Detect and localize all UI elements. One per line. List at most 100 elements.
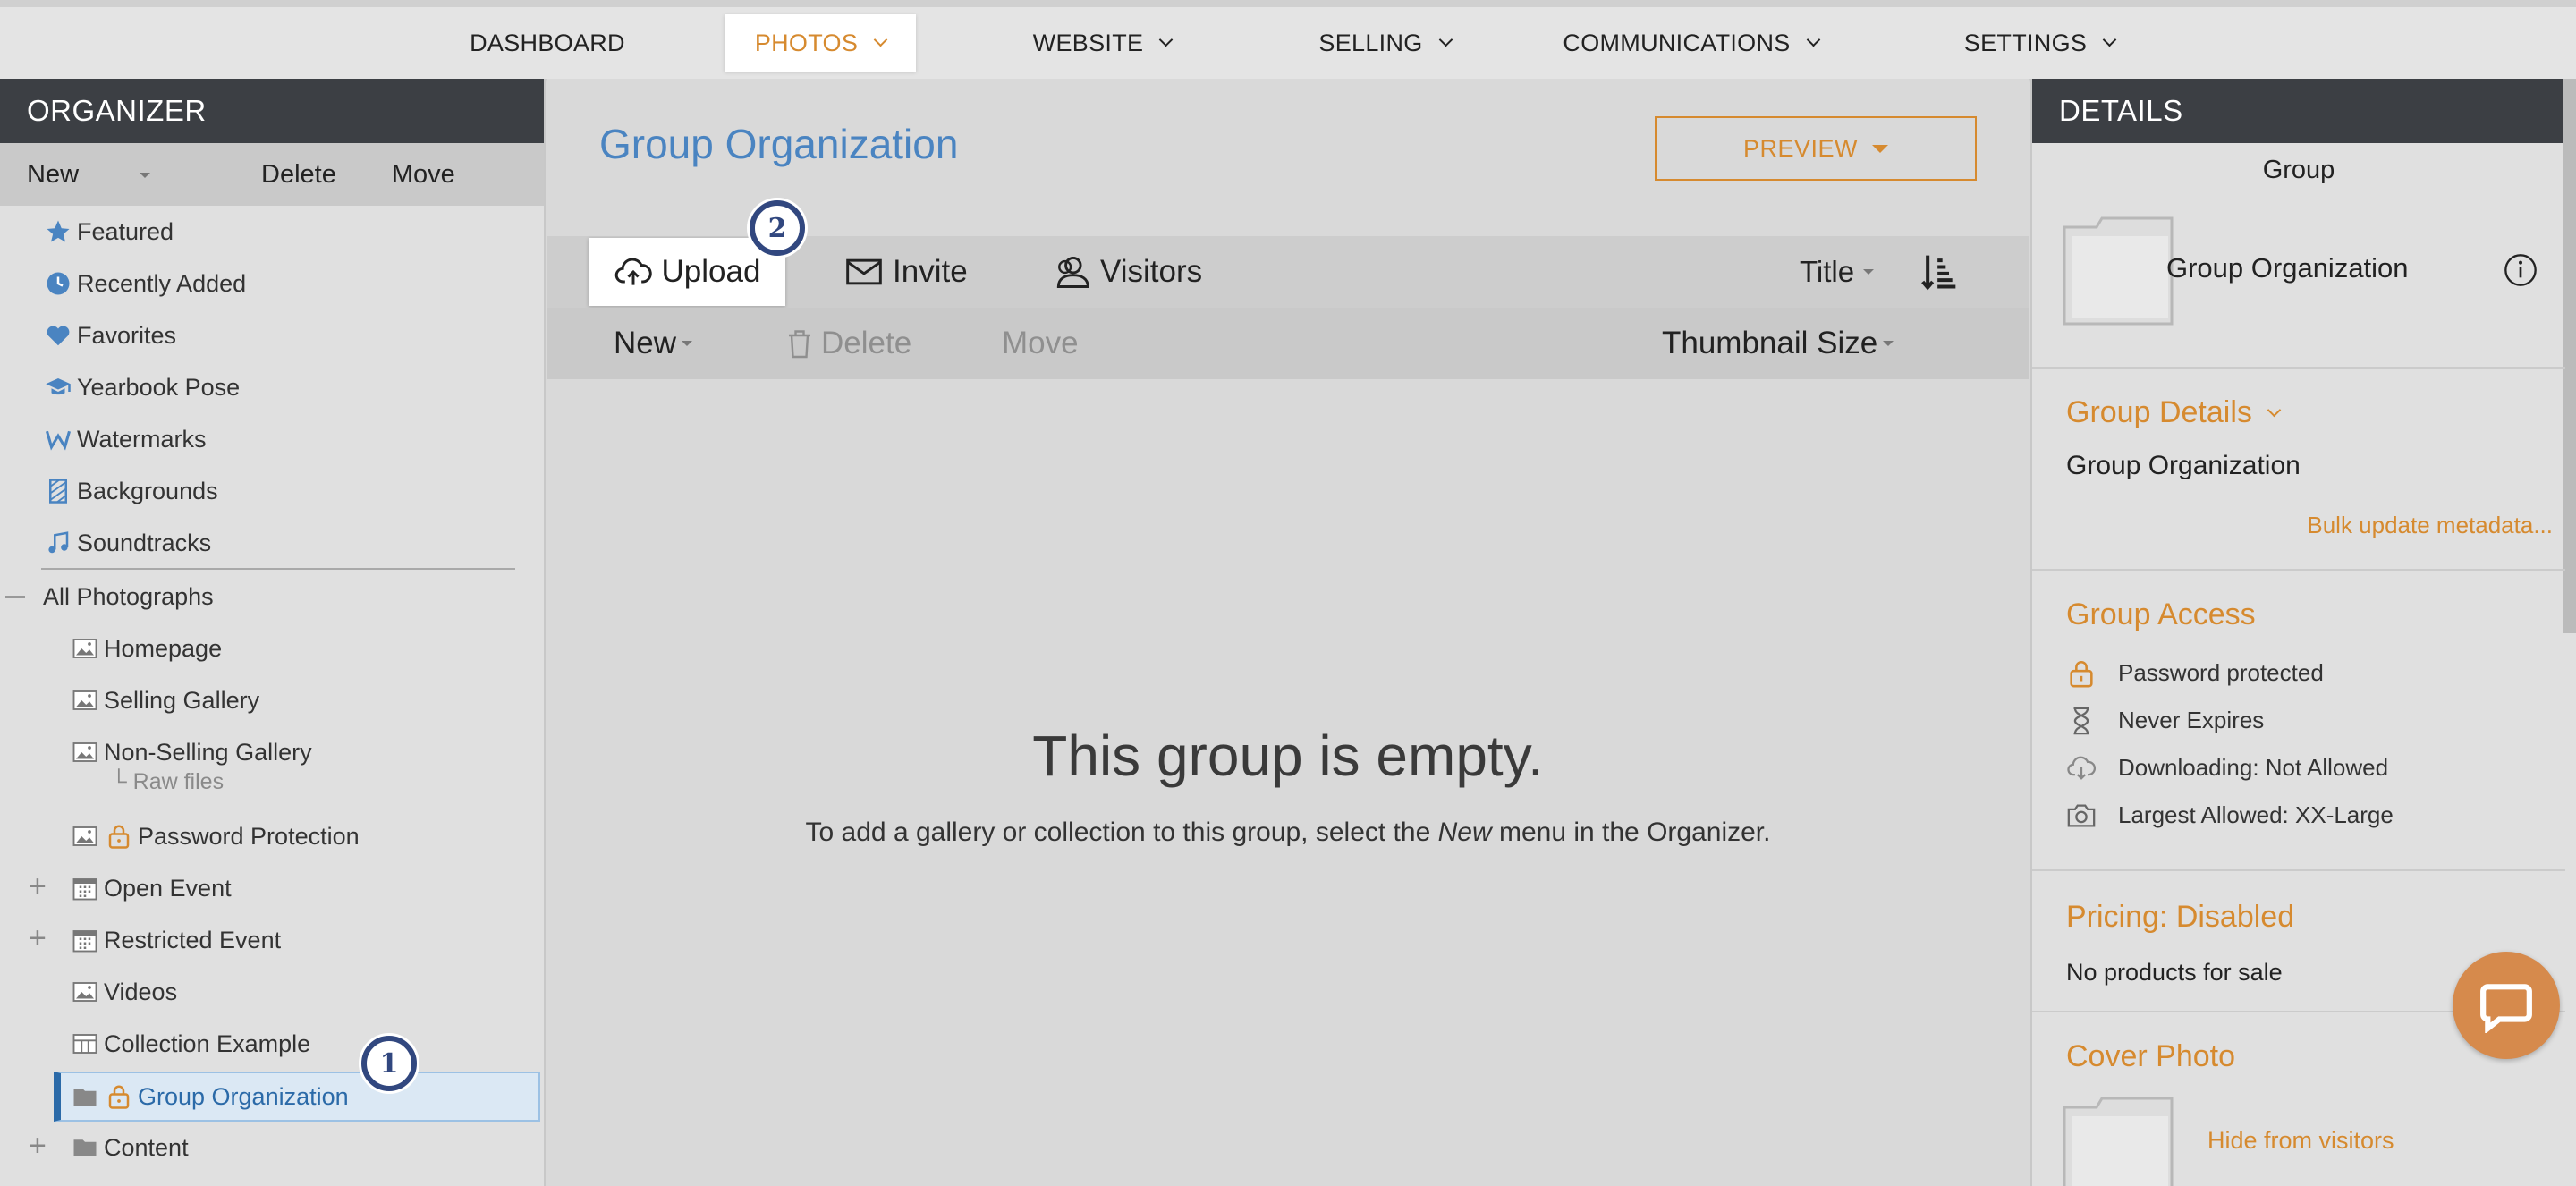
invite-label: Invite [893,254,968,289]
access-item-label: Password protected [2118,659,2324,686]
hide-from-visitors-link[interactable]: Hide from visitors [2207,1127,2394,1155]
organizer-item-all-photographs[interactable]: All Photographs [0,572,544,621]
cloud-upload-icon [614,258,652,285]
organizer-item-label: Non-Selling Gallery [104,738,312,766]
details-header: DETAILS [2032,79,2576,143]
organizer-item-watermarks[interactable]: Watermarks [0,415,544,463]
nav-dashboard[interactable]: DASHBOARD [451,14,644,72]
organizer-new-button[interactable]: New [27,160,206,190]
hourglass-icon [2073,707,2089,734]
organizer-subitem-raw-files[interactable]: └ Raw files [111,769,224,795]
organizer-item-videos[interactable]: Videos [0,968,544,1016]
access-item-expiry: Never Expires [2066,697,2394,744]
group-details-section: Group Details Group Organization Bulk up… [2032,369,2565,571]
nav-communications[interactable]: COMMUNICATIONS [1547,14,1834,72]
caret-down-icon [140,172,151,178]
content-move-button[interactable]: Move [1002,308,1079,379]
watermark-w-icon [43,426,73,453]
step-badge-1: 1 [361,1036,417,1091]
lock-icon [104,823,134,850]
sort-order-button[interactable] [1919,236,1968,308]
pricing-head: Pricing: Disabled [2066,900,2295,934]
organizer-item-backgrounds[interactable]: Backgrounds [0,467,544,515]
organizer-item-non-selling-gallery[interactable]: Non-Selling Gallery [0,728,544,776]
gallery-image-icon [70,687,100,714]
chevron-down-icon [1159,32,1174,47]
star-icon [43,218,73,245]
thumbnail-size-dropdown[interactable]: Thumbnail Size [1662,308,1894,379]
organizer-item-recently-added[interactable]: Recently Added [0,259,544,308]
nav-dashboard-label: DASHBOARD [470,29,625,56]
content-new-button[interactable]: New [614,308,693,379]
background-pattern-icon [43,478,73,504]
nav-selling-label: SELLING [1318,29,1423,56]
details-summary: Group Organization [2032,199,2565,369]
organizer-toolbar: New Delete Move [0,143,544,206]
organizer-item-homepage[interactable]: Homepage [0,624,544,673]
organizer-item-password-protection[interactable]: Password Protection [0,812,544,860]
organizer-delete-button[interactable]: Delete [261,160,336,190]
camera-icon [2067,804,2096,826]
pricing-text: No products for sale [2066,959,2283,986]
main-content: Group Organization PREVIEW Upload Invite… [547,79,2029,1186]
nav-website-label: WEBSITE [1032,29,1144,56]
collapse-minus-icon[interactable] [5,595,25,598]
cover-photo-head: Cover Photo [2066,1039,2235,1073]
organizer-item-favorites[interactable]: Favorites [0,311,544,360]
sort-field-dropdown[interactable]: Title [1800,236,1875,308]
bulk-update-link[interactable]: Bulk update metadata... [2307,512,2553,539]
nav-website[interactable]: WEBSITE [1004,14,1200,72]
organizer-item-label: Open Event [104,874,232,902]
organizer-panel: ORGANIZER New Delete Move Featured Recen… [0,79,546,1186]
preview-button[interactable]: PREVIEW [1655,116,1977,181]
nav-settings-label: SETTINGS [1963,29,2088,56]
expand-plus-icon[interactable]: + [29,871,47,902]
upload-label: Upload [661,254,761,289]
chevron-down-icon [1438,32,1453,47]
preview-label: PREVIEW [1742,134,1859,162]
step-badge-2: 2 [750,200,805,256]
page-title: Group Organization [599,121,959,167]
group-details-toggle[interactable]: Group Details [2066,395,2282,430]
group-access-head: Group Access [2066,597,2256,631]
organizer-item-collection-example[interactable]: Collection Example [0,1020,544,1068]
info-icon[interactable] [2503,252,2538,288]
upload-button[interactable]: Upload [589,238,785,306]
thumbnail-size-label: Thumbnail Size [1662,326,1878,360]
organizer-item-yearbook-pose[interactable]: Yearbook Pose [0,363,544,411]
caret-down-icon [1863,269,1875,275]
visitors-label: Visitors [1100,254,1203,289]
organizer-item-label: Password Protection [138,822,360,850]
organizer-item-label: Videos [104,978,178,1005]
details-scrollbar[interactable] [2563,79,2576,633]
visitors-button[interactable]: Visitors [1052,236,1202,308]
nav-photos[interactable]: PHOTOS [724,14,916,72]
organizer-item-restricted-event[interactable]: + Restricted Event [0,916,544,964]
organizer-item-featured[interactable]: Featured [0,208,544,256]
expand-plus-icon[interactable]: + [29,923,47,953]
expand-plus-icon[interactable]: + [29,1131,47,1161]
music-note-icon [43,529,73,556]
details-title: DETAILS [2059,94,2183,127]
visitors-icon [1056,256,1089,288]
organizer-item-selling-gallery[interactable]: Selling Gallery [0,676,544,724]
organizer-item-content[interactable]: + Content [0,1123,544,1172]
empty-text-part: To add a gallery or collection to this g… [805,817,1438,847]
group-details-value: Group Organization [2066,451,2301,480]
invite-button[interactable]: Invite [844,236,968,308]
organizer-item-group-organization[interactable]: Group Organization [54,1072,540,1122]
caret-down-icon [682,341,693,346]
cloud-download-icon [2067,756,2097,780]
organizer-item-label: Featured [77,217,174,245]
empty-state-title: This group is empty. [1032,724,1544,788]
organizer-item-open-event[interactable]: + Open Event [0,864,544,912]
organizer-move-button[interactable]: Move [392,160,455,190]
content-delete-label: Delete [821,326,912,360]
chat-support-button[interactable] [2453,952,2560,1059]
nav-photos-label: PHOTOS [754,29,859,56]
chevron-down-icon [873,32,888,47]
content-delete-button[interactable]: Delete [784,308,911,379]
organizer-item-soundtracks[interactable]: Soundtracks [0,519,544,567]
nav-settings[interactable]: SETTINGS [1932,14,2147,72]
nav-selling[interactable]: SELLING [1286,14,1483,72]
